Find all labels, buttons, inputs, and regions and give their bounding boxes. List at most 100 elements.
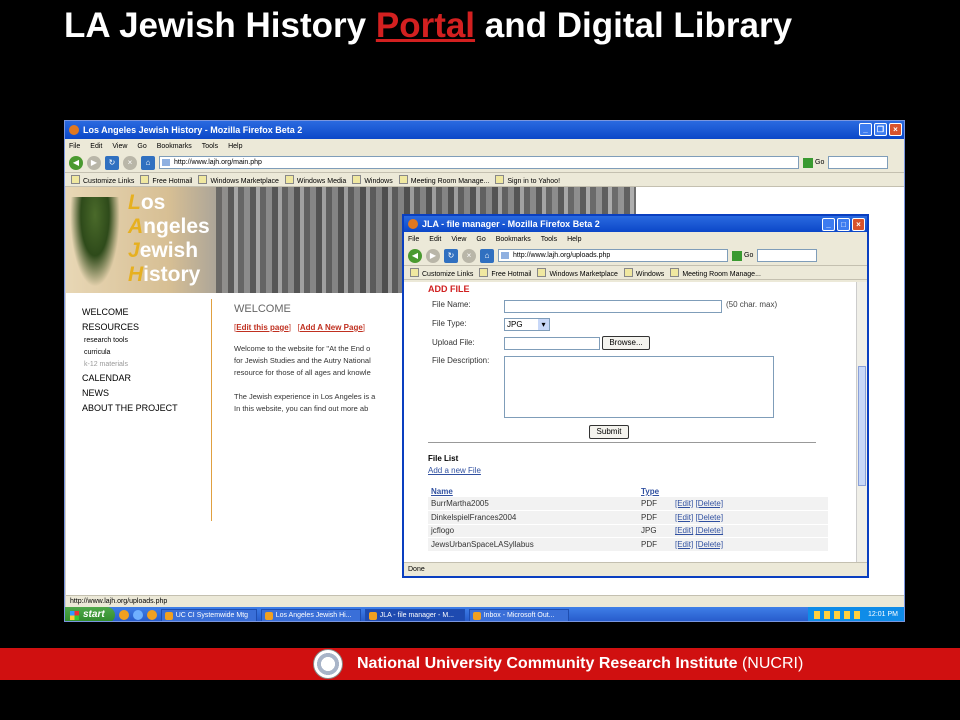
restore-icon[interactable]: ❐ bbox=[874, 123, 887, 136]
quicklaunch-icon[interactable] bbox=[118, 610, 129, 620]
bookmarks-toolbar: Customize Links Free Hotmail Windows Mar… bbox=[65, 173, 904, 187]
menu-bookmarks[interactable]: Bookmarks bbox=[157, 143, 192, 150]
delete-link[interactable]: [Delete] bbox=[695, 499, 723, 508]
bookmark-item[interactable]: Meeting Room Manage... bbox=[399, 175, 490, 185]
close-icon[interactable]: × bbox=[889, 123, 902, 136]
url-bar[interactable]: http://www.lajh.org/main.php bbox=[159, 156, 799, 169]
browse-button[interactable]: Browse... bbox=[602, 336, 650, 350]
bookmark-item[interactable]: Windows Marketplace bbox=[198, 175, 278, 185]
menu-view[interactable]: View bbox=[112, 143, 127, 150]
edit-page-link[interactable]: Edit this page bbox=[236, 323, 288, 332]
stop-icon[interactable]: × bbox=[123, 155, 137, 170]
home-icon[interactable]: ⌂ bbox=[480, 248, 494, 263]
popup-nav-toolbar: ◀ ▶ ↻ × ⌂ http://www.lajh.org/uploads.ph… bbox=[404, 246, 867, 266]
bookmark-item[interactable]: Windows Media bbox=[285, 175, 346, 185]
taskbar-item[interactable]: UC CI Systemwide Mtg bbox=[160, 608, 257, 621]
reload-icon[interactable]: ↻ bbox=[444, 248, 458, 263]
scrollbar-thumb[interactable] bbox=[858, 366, 866, 486]
menu-tools[interactable]: Tools bbox=[541, 236, 557, 243]
nav-research-tools[interactable]: research tools bbox=[82, 335, 178, 347]
edit-link[interactable]: [Edit] bbox=[675, 499, 693, 508]
nav-resources[interactable]: RESOURCES bbox=[82, 320, 178, 335]
forward-icon[interactable]: ▶ bbox=[426, 248, 440, 263]
bookmark-item[interactable]: Customize Links bbox=[410, 268, 473, 278]
taskbar-item[interactable]: JLA - file manager - M... bbox=[364, 608, 465, 621]
add-page-link[interactable]: Add A New Page bbox=[300, 323, 363, 332]
system-tray-clock[interactable]: 12:01 PM bbox=[808, 607, 904, 621]
popup-menu-bar: File Edit View Go Bookmarks Tools Help bbox=[404, 232, 867, 246]
edit-link[interactable]: [Edit] bbox=[675, 526, 693, 535]
nav-about[interactable]: ABOUT THE PROJECT bbox=[82, 401, 178, 416]
logo-initial: L bbox=[128, 191, 141, 214]
reload-icon[interactable]: ↻ bbox=[105, 155, 119, 170]
minimize-icon[interactable]: _ bbox=[859, 123, 872, 136]
forward-icon[interactable]: ▶ bbox=[87, 155, 101, 170]
delete-link[interactable]: [Delete] bbox=[695, 540, 723, 549]
taskbar-item[interactable]: Los Angeles Jewish Hi... bbox=[260, 608, 361, 621]
start-button[interactable]: start bbox=[65, 607, 115, 621]
add-new-file-link[interactable]: Add a new File bbox=[428, 466, 481, 475]
menu-help[interactable]: Help bbox=[228, 143, 242, 150]
menu-bookmarks[interactable]: Bookmarks bbox=[496, 236, 531, 243]
logo-word: ngeles bbox=[143, 215, 210, 238]
file-manager-page: ADD FILE File Name: (50 char. max) File … bbox=[404, 282, 856, 562]
minimize-icon[interactable]: _ bbox=[822, 218, 835, 231]
menu-file[interactable]: File bbox=[408, 236, 419, 243]
file-name-input[interactable] bbox=[504, 300, 722, 313]
window-title: Los Angeles Jewish History - Mozilla Fir… bbox=[83, 125, 303, 135]
file-description-textarea[interactable] bbox=[504, 356, 774, 418]
edit-link[interactable]: [Edit] bbox=[675, 540, 693, 549]
menu-go[interactable]: Go bbox=[137, 143, 146, 150]
popup-scrollbar[interactable] bbox=[856, 282, 867, 562]
bookmark-item[interactable]: Windows Marketplace bbox=[537, 268, 617, 278]
nav-curricula[interactable]: curricula bbox=[82, 347, 178, 359]
nav-welcome[interactable]: WELCOME bbox=[82, 305, 178, 320]
menu-edit[interactable]: Edit bbox=[429, 236, 441, 243]
quicklaunch-icon[interactable] bbox=[146, 610, 157, 620]
taskbar-item[interactable]: Inbox - Microsoft Out... bbox=[468, 608, 569, 621]
bookmark-item[interactable]: Customize Links bbox=[71, 175, 134, 185]
menu-tools[interactable]: Tools bbox=[202, 143, 218, 150]
file-type-value: JPG bbox=[507, 320, 523, 329]
menu-go[interactable]: Go bbox=[476, 236, 485, 243]
site-logo[interactable]: Los Angeles Jewish History bbox=[128, 191, 210, 287]
search-input[interactable] bbox=[828, 156, 889, 169]
col-type-header[interactable]: Type bbox=[638, 486, 672, 497]
popup-titlebar: JLA - file manager - Mozilla Firefox Bet… bbox=[404, 216, 867, 232]
file-type-select[interactable]: JPG ▾ bbox=[504, 318, 550, 331]
edit-link[interactable]: [Edit] bbox=[675, 513, 693, 522]
quicklaunch-icon[interactable] bbox=[132, 610, 143, 620]
upload-file-input[interactable] bbox=[504, 337, 600, 350]
bookmark-item[interactable]: Free Hotmail bbox=[479, 268, 531, 278]
bookmark-item[interactable]: Windows bbox=[624, 268, 664, 278]
home-icon[interactable]: ⌂ bbox=[141, 155, 155, 170]
delete-link[interactable]: [Delete] bbox=[695, 513, 723, 522]
menu-help[interactable]: Help bbox=[567, 236, 581, 243]
paragraph-line: for Jewish Studies and the Autry Nationa… bbox=[234, 356, 371, 365]
site-sidebar-nav: WELCOME RESOURCES research tools curricu… bbox=[82, 305, 178, 416]
back-icon[interactable]: ◀ bbox=[69, 155, 83, 170]
stop-icon[interactable]: × bbox=[462, 248, 476, 263]
back-icon[interactable]: ◀ bbox=[408, 248, 422, 263]
menu-file[interactable]: File bbox=[69, 143, 80, 150]
bookmark-item[interactable]: Free Hotmail bbox=[140, 175, 192, 185]
bookmark-item[interactable]: Windows bbox=[352, 175, 392, 185]
col-name-header[interactable]: Name bbox=[428, 486, 638, 497]
palm-tree-image bbox=[70, 197, 120, 287]
menu-edit[interactable]: Edit bbox=[90, 143, 102, 150]
nav-news[interactable]: NEWS bbox=[82, 386, 178, 401]
nav-k12-materials[interactable]: k-12 materials bbox=[82, 359, 178, 371]
popup-search-input[interactable] bbox=[757, 249, 818, 262]
nav-calendar[interactable]: CALENDAR bbox=[82, 371, 178, 386]
submit-button[interactable]: Submit bbox=[589, 425, 629, 439]
bookmark-item[interactable]: Sign in to Yahoo! bbox=[495, 175, 560, 185]
close-icon[interactable]: × bbox=[852, 218, 865, 231]
maximize-icon[interactable]: □ bbox=[837, 218, 850, 231]
popup-url-bar[interactable]: http://www.lajh.org/uploads.php bbox=[498, 249, 728, 262]
go-button[interactable]: Go bbox=[732, 250, 753, 261]
title-portal-link[interactable]: Portal bbox=[376, 6, 475, 45]
bookmark-item[interactable]: Meeting Room Manage... bbox=[670, 268, 761, 278]
go-button[interactable]: Go bbox=[803, 157, 824, 168]
menu-view[interactable]: View bbox=[451, 236, 466, 243]
delete-link[interactable]: [Delete] bbox=[695, 526, 723, 535]
